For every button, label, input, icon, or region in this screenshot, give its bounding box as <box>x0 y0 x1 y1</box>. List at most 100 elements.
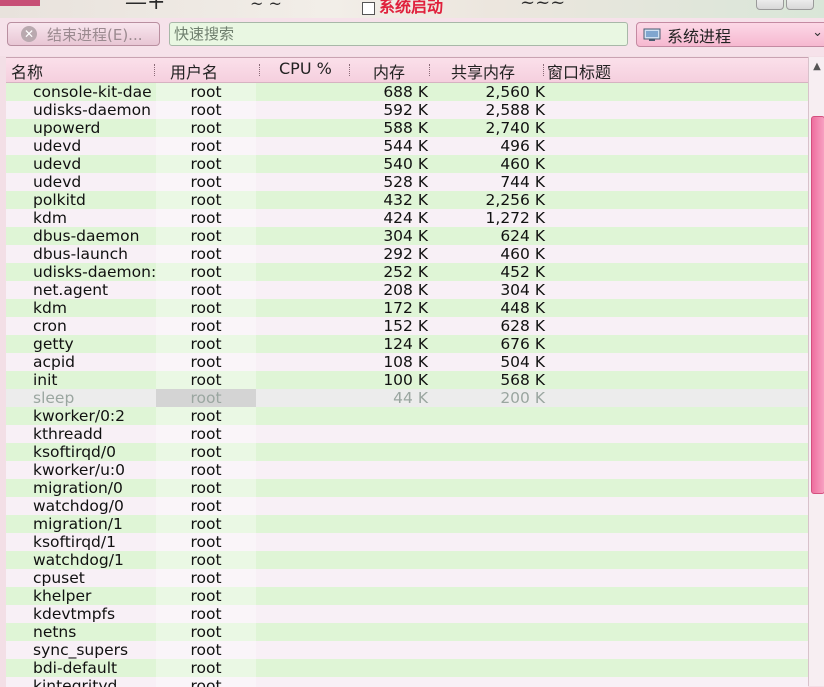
process-filter-value: 系统进程 <box>667 26 732 46</box>
process-user-cell: root <box>190 83 222 101</box>
app-badge <box>0 0 40 6</box>
process-name-cell: init <box>33 371 58 389</box>
process-name-cell: kworker/u:0 <box>33 461 125 479</box>
maximize-button[interactable] <box>786 0 814 10</box>
process-user-cell: root <box>190 155 222 173</box>
table-row[interactable]: ksoftirqd/1 root <box>6 533 808 551</box>
minimize-button[interactable] <box>756 0 784 10</box>
process-name-cell: udisks-daemon: <box>33 263 157 281</box>
table-row[interactable]: kworker/0:2 root <box>6 407 808 425</box>
table-row[interactable]: udisks-daemon root 592 K 2,588 K <box>6 101 808 119</box>
table-header: 名称 用户名 CPU % 内存 共享内存 窗口标题 <box>6 58 808 83</box>
window-icon <box>362 1 375 15</box>
table-row[interactable]: khelper root <box>6 587 808 605</box>
window-titlebar: —+ ~ ~ ~~~ 系统启动 <box>0 0 824 18</box>
process-name-cell: polkitd <box>33 191 86 209</box>
end-process-button[interactable]: ✕ 结束进程(E)... <box>7 22 160 46</box>
process-memory-cell: 592 K <box>383 101 428 119</box>
table-row[interactable]: ksoftirqd/0 root <box>6 443 808 461</box>
column-header-name[interactable]: 名称 <box>11 59 43 83</box>
column-separator[interactable] <box>543 64 545 76</box>
process-memory-cell: 304 K <box>383 227 428 245</box>
process-user-cell: root <box>190 335 222 353</box>
table-row[interactable]: kthreadd root <box>6 425 808 443</box>
scroll-thumb[interactable] <box>811 116 824 494</box>
process-shared-memory-cell: 452 K <box>500 263 545 281</box>
process-name-cell: udisks-daemon <box>33 101 151 119</box>
process-name-cell: console-kit-dae <box>33 83 152 101</box>
column-separator[interactable] <box>349 64 351 76</box>
background-handwriting: ~ ~ <box>250 0 282 13</box>
toolbar: ✕ 结束进程(E)... 系统进程 ⌄ <box>0 18 824 56</box>
process-shared-memory-cell: 448 K <box>500 299 545 317</box>
process-user-cell: root <box>190 209 222 227</box>
process-memory-cell: 100 K <box>383 371 428 389</box>
table-row[interactable]: dbus-launch root 292 K 460 K <box>6 245 808 263</box>
process-table[interactable]: 名称 用户名 CPU % 内存 共享内存 窗口标题 console-kit-da… <box>6 57 808 687</box>
column-header-memory[interactable]: 内存 <box>373 59 405 83</box>
column-header-user[interactable]: 用户名 <box>170 59 218 83</box>
vertical-scrollbar[interactable]: ▲ <box>808 57 824 686</box>
search-input[interactable] <box>169 22 628 46</box>
process-shared-memory-cell: 2,256 K <box>485 191 545 209</box>
scroll-up-icon[interactable]: ▲ <box>809 59 824 75</box>
process-user-cell: root <box>190 101 222 119</box>
column-separator[interactable] <box>259 64 261 76</box>
monitor-icon <box>643 28 661 41</box>
process-name-cell: netns <box>33 623 77 641</box>
table-row[interactable]: init root 100 K 568 K <box>6 371 808 389</box>
table-row[interactable]: polkitd root 432 K 2,256 K <box>6 191 808 209</box>
table-row[interactable]: udevd root 544 K 496 K <box>6 137 808 155</box>
table-row[interactable]: acpid root 108 K 504 K <box>6 353 808 371</box>
process-memory-cell: 108 K <box>383 353 428 371</box>
column-header-window-title[interactable]: 窗口标题 <box>547 59 611 83</box>
table-row[interactable]: netns root <box>6 623 808 641</box>
table-row[interactable]: kdevtmpfs root <box>6 605 808 623</box>
table-row[interactable]: udevd root 528 K 744 K <box>6 173 808 191</box>
process-name-cell: kdevtmpfs <box>33 605 116 623</box>
process-name-cell: kthreadd <box>33 425 103 443</box>
process-name-cell: bdi-default <box>33 659 118 677</box>
column-separator[interactable] <box>154 64 156 76</box>
table-row[interactable]: sync_supers root <box>6 641 808 659</box>
table-row[interactable]: kdm root 424 K 1,272 K <box>6 209 808 227</box>
process-shared-memory-cell: 2,740 K <box>485 119 545 137</box>
process-shared-memory-cell: 2,588 K <box>485 101 545 119</box>
table-row[interactable]: cpuset root <box>6 569 808 587</box>
table-row[interactable]: bdi-default root <box>6 659 808 677</box>
table-row[interactable]: console-kit-dae root 688 K 2,560 K <box>6 83 808 101</box>
process-shared-memory-cell: 504 K <box>500 353 545 371</box>
process-memory-cell: 528 K <box>383 173 428 191</box>
process-user-cell: root <box>190 641 222 659</box>
process-memory-cell: 152 K <box>383 317 428 335</box>
process-memory-cell: 424 K <box>383 209 428 227</box>
table-row[interactable]: getty root 124 K 676 K <box>6 335 808 353</box>
process-name-cell: kdm <box>33 209 67 227</box>
process-name-cell: dbus-daemon <box>33 227 140 245</box>
process-name-cell: udevd <box>33 137 82 155</box>
table-row[interactable]: upowerd root 588 K 2,740 K <box>6 119 808 137</box>
column-header-cpu[interactable]: CPU % <box>279 59 332 78</box>
process-name-cell: cron <box>33 317 67 335</box>
table-row[interactable]: dbus-daemon root 304 K 624 K <box>6 227 808 245</box>
table-row[interactable]: kworker/u:0 root <box>6 461 808 479</box>
table-row[interactable]: cron root 152 K 628 K <box>6 317 808 335</box>
process-name-cell: ksoftirqd/0 <box>33 443 116 461</box>
column-separator[interactable] <box>429 64 431 76</box>
table-row[interactable]: kdm root 172 K 448 K <box>6 299 808 317</box>
process-user-cell: root <box>190 533 222 551</box>
table-row[interactable]: net.agent root 208 K 304 K <box>6 281 808 299</box>
process-name-cell: acpid <box>33 353 76 371</box>
column-header-shared-memory[interactable]: 共享内存 <box>451 59 515 83</box>
table-row[interactable]: watchdog/0 root <box>6 497 808 515</box>
process-name-cell: kdm <box>33 299 67 317</box>
table-row[interactable]: migration/1 root <box>6 515 808 533</box>
table-row[interactable]: udevd root 540 K 460 K <box>6 155 808 173</box>
table-row[interactable]: sleep root 44 K 200 K <box>6 389 808 407</box>
process-memory-cell: 172 K <box>383 299 428 317</box>
table-row[interactable]: udisks-daemon: root 252 K 452 K <box>6 263 808 281</box>
process-memory-cell: 544 K <box>383 137 428 155</box>
process-filter-select[interactable]: 系统进程 ⌄ <box>636 22 824 47</box>
table-row[interactable]: watchdog/1 root <box>6 551 808 569</box>
table-row[interactable]: migration/0 root <box>6 479 808 497</box>
